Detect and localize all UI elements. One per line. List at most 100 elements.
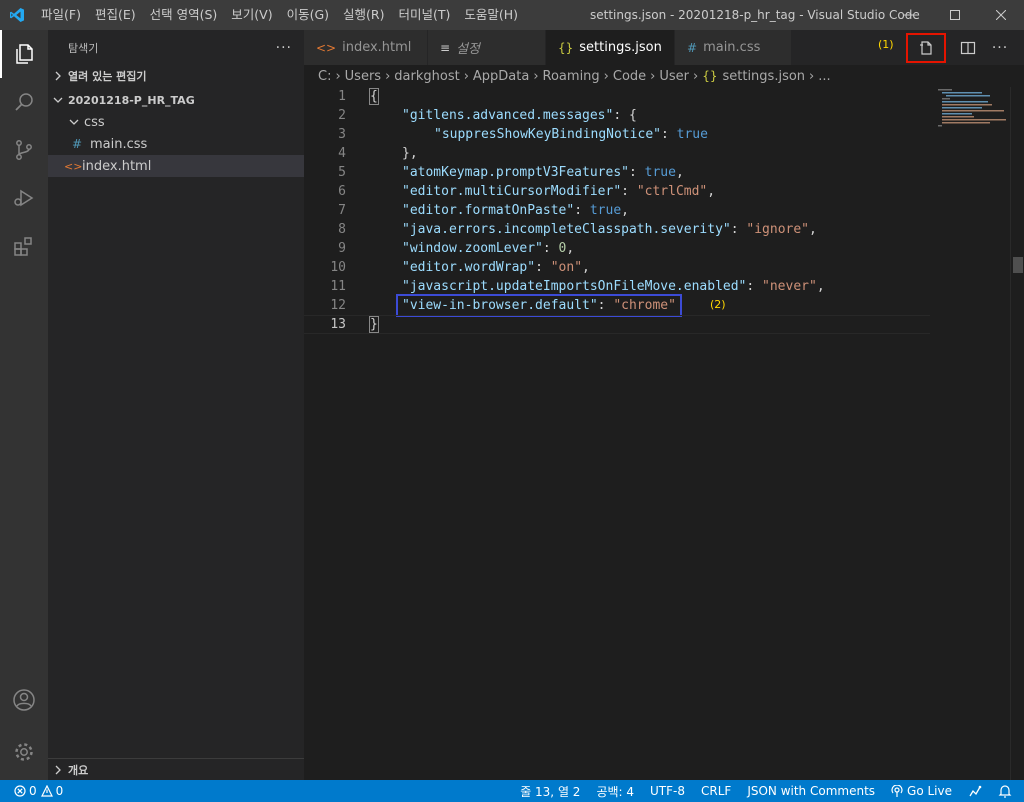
highlighted-code-text: "view-in-browser.default": "chrome" [396, 294, 682, 317]
explorer-button[interactable] [0, 30, 48, 78]
chevron-right-icon: › [533, 68, 539, 84]
breadcrumb-item[interactable]: Code [613, 69, 646, 84]
line-number: 11 [330, 279, 346, 294]
tab-main-css[interactable]: # main.css [675, 30, 792, 65]
json-key: "atomKeymap.promptV3Features" [402, 165, 629, 180]
json-value: "ignore" [746, 222, 810, 237]
manage-button[interactable] [0, 728, 48, 776]
code-punct: { [628, 108, 637, 123]
maximize-button[interactable] [932, 0, 978, 30]
json-value: true [589, 203, 622, 218]
tab-settings-ui[interactable]: ≡ 설정 [428, 30, 546, 65]
code-editor[interactable]: 1 { 2 "gitlens.advanced.messages": { 3 "… [304, 87, 1024, 780]
open-in-browser-button[interactable] [906, 32, 946, 63]
end-of-line[interactable]: CRLF [693, 784, 739, 798]
source-control-button[interactable] [0, 126, 48, 174]
feedback-button[interactable] [960, 784, 990, 798]
explorer-header: 탐색기 ··· [48, 30, 304, 65]
tree-item-index-html[interactable]: <> index.html [48, 155, 304, 177]
close-icon [996, 10, 1006, 20]
json-value: "chrome" [613, 298, 676, 313]
tab-label: main.css [703, 40, 761, 55]
code-line: 8 "java.errors.incompleteClasspath.sever… [304, 220, 934, 239]
breadcrumb-item[interactable]: ... [818, 69, 830, 84]
code-punct: : [746, 279, 763, 294]
folder-section[interactable]: 20201218-P_HR_TAG [48, 89, 304, 111]
json-value: "ctrlCmd" [636, 184, 708, 199]
breadcrumb-item[interactable]: Users [345, 69, 381, 84]
outline-section[interactable]: 개요 [48, 758, 304, 780]
breadcrumb-item[interactable]: AppData [473, 69, 529, 84]
run-debug-button[interactable] [0, 174, 48, 222]
menu-selection[interactable]: 선택 영역(S) [143, 0, 225, 30]
code-line: 6 "editor.multiCursorModifier": "ctrlCmd… [304, 182, 934, 201]
code-punct: , [566, 241, 575, 256]
menu-view[interactable]: 보기(V) [224, 0, 279, 30]
feedback-icon [969, 785, 982, 797]
chevron-right-icon [48, 71, 68, 81]
activity-bar [0, 30, 48, 780]
go-live-button[interactable]: Go Live [883, 784, 960, 798]
code-punct: : [730, 222, 747, 237]
code-text: "editor.wordWrap": "on", [402, 260, 590, 275]
breadcrumb-item[interactable]: settings.json [722, 69, 805, 84]
json-value: "on" [550, 260, 583, 275]
scrollbar-thumb[interactable] [1013, 257, 1023, 273]
editor-tab-bar: <> index.html ≡ 설정 {} settings.json # ma… [304, 30, 1024, 65]
code-punct: : [535, 260, 551, 275]
breadcrumb-item[interactable]: User [659, 69, 689, 84]
open-editors-section[interactable]: 열려 있는 편집기 [48, 65, 304, 87]
menu-edit[interactable]: 편집(E) [88, 0, 143, 30]
line-number: 2 [338, 108, 346, 123]
json-file-icon: {} [558, 40, 574, 55]
menu-terminal[interactable]: 터미널(T) [392, 0, 458, 30]
extensions-button[interactable] [0, 222, 48, 270]
annotation-label-1: (1) [878, 38, 894, 51]
search-icon [15, 93, 33, 111]
code-punct: } [370, 317, 378, 332]
editor-actions: ··· [904, 30, 1024, 65]
indentation[interactable]: 공백: 4 [588, 783, 642, 800]
tab-label: 설정 [456, 42, 480, 57]
html-file-icon: <> [64, 159, 83, 173]
tree-item-main-css[interactable]: # main.css [48, 133, 304, 155]
manage-gear-icon [15, 743, 33, 761]
code-punct: { [370, 89, 378, 104]
problems-indicator[interactable]: 0 0 [0, 784, 71, 798]
breadcrumb-item[interactable]: darkghost [394, 69, 459, 84]
encoding[interactable]: UTF-8 [642, 784, 693, 798]
vertical-scrollbar[interactable] [1010, 87, 1024, 780]
account-button[interactable] [0, 676, 48, 724]
tree-item-css-folder[interactable]: css [48, 111, 304, 133]
more-actions-button[interactable]: ··· [986, 34, 1014, 62]
breadcrumb-item[interactable]: C: [318, 69, 331, 84]
menu-go[interactable]: 이동(G) [280, 0, 336, 30]
window-controls [886, 0, 1024, 30]
minimap[interactable] [936, 87, 1010, 127]
language-mode[interactable]: JSON with Comments [739, 784, 883, 798]
notifications-button[interactable] [990, 784, 1024, 798]
menu-help[interactable]: 도움말(H) [457, 0, 525, 30]
search-button[interactable] [0, 78, 48, 126]
split-editor-icon [960, 41, 976, 54]
chevron-right-icon: › [650, 68, 656, 84]
menu-file[interactable]: 파일(F) [34, 0, 88, 30]
breadcrumb-item[interactable]: Roaming [543, 69, 600, 84]
code-punct: , [707, 184, 716, 199]
cursor-position[interactable]: 줄 13, 열 2 [512, 783, 588, 800]
more-actions-icon[interactable]: ··· [276, 40, 292, 56]
split-editor-button[interactable] [954, 34, 982, 62]
json-key: "javascript.updateImportsOnFileMove.enab… [402, 279, 747, 294]
minimize-button[interactable] [886, 0, 932, 30]
chevron-right-icon: › [603, 68, 609, 84]
menu-run[interactable]: 실행(R) [336, 0, 391, 30]
tab-index-html[interactable]: <> index.html [304, 30, 428, 65]
code-text: "editor.formatOnPaste": true, [402, 203, 629, 218]
tab-settings-json[interactable]: {} settings.json [546, 30, 675, 65]
maximize-icon [950, 10, 960, 20]
code-line: 5 "atomKeymap.promptV3Features": true, [304, 163, 934, 182]
code-punct: : [660, 127, 677, 142]
status-bar: 0 0 줄 13, 열 2 공백: 4 UTF-8 CRLF JSON with… [0, 780, 1024, 802]
json-value: true [644, 165, 676, 180]
close-button[interactable] [978, 0, 1024, 30]
